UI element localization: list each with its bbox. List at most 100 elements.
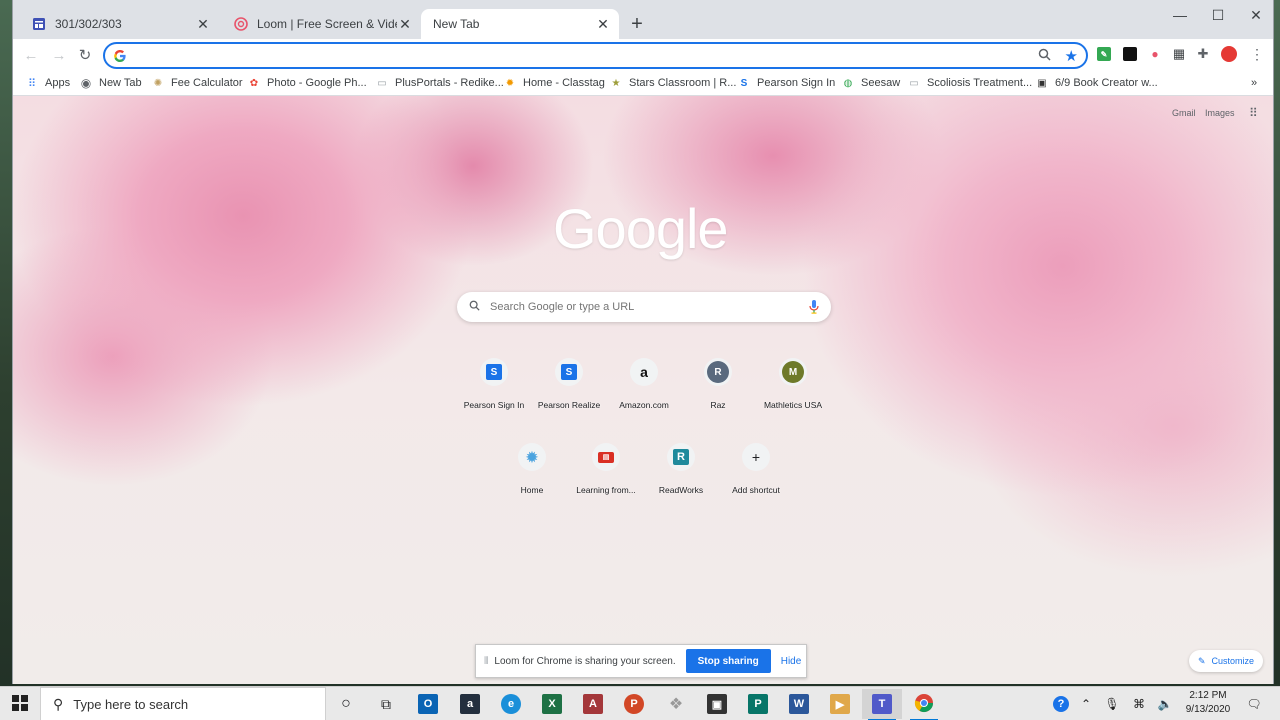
bookmarks-overflow-button[interactable]: » [1251, 74, 1257, 92]
back-button[interactable]: ← [19, 43, 43, 67]
bookmark-star-icon[interactable]: ★ [1065, 47, 1078, 65]
shortcut-mathletics[interactable]: M Mathletics USA [757, 350, 829, 422]
cortana-button[interactable]: ○ [326, 689, 366, 719]
network-icon[interactable]: ⌘ [1128, 687, 1150, 720]
reload-button[interactable]: ↻ [73, 43, 97, 67]
taskbar-outlook[interactable]: O [408, 689, 448, 719]
shortcut-label: Pearson Sign In [463, 400, 525, 410]
taskbar-powerpoint[interactable]: P [614, 689, 654, 719]
taskbar-dropbox[interactable]: ❖ [656, 689, 696, 719]
bookmark-label: Photo - Google Ph... [267, 77, 367, 89]
apps-launcher-icon[interactable]: ⠿ [1249, 106, 1258, 120]
extensions-puzzle-icon[interactable]: ✚ [1195, 46, 1211, 62]
tab-forms[interactable]: 301/302/303 ✕ [19, 9, 219, 39]
taskbar-amazon[interactable]: a [450, 689, 490, 719]
shortcut-raz[interactable]: R Raz [682, 350, 754, 422]
ntp-search-input[interactable] [490, 301, 809, 313]
maximize-button[interactable]: ☐ [1199, 0, 1237, 30]
microphone-icon[interactable] [809, 300, 821, 314]
task-view-button[interactable]: ⧉ [366, 689, 406, 719]
tray-chevron-up-icon[interactable]: ⌃ [1076, 687, 1096, 720]
google-photos-icon: ✿ [249, 77, 259, 89]
shortcut-learning-from[interactable]: ▤ Learning from... [570, 435, 642, 507]
bookmark-pearson-sign-in[interactable]: S Pearson Sign In [737, 74, 836, 92]
bookmark-label: Pearson Sign In [757, 77, 836, 89]
seesaw-icon: ◍ [843, 77, 853, 89]
bookmark-stars-classroom[interactable]: ★ Stars Classroom | R... [609, 74, 737, 92]
store-bag-icon: ▣ [707, 694, 727, 714]
shortcut-pearson-sign-in[interactable]: S Pearson Sign In [458, 350, 530, 422]
shortcut-add[interactable]: + Add shortcut [720, 435, 792, 507]
gmail-link[interactable]: Gmail [1172, 108, 1196, 118]
mathletics-letter-icon: M [779, 358, 807, 386]
apps-grid-icon: ⠿ [27, 77, 37, 90]
tab-title: 301/302/303 [55, 17, 122, 31]
address-input[interactable] [135, 48, 1038, 63]
address-bar[interactable]: ★ [103, 42, 1088, 69]
bookmark-fee-calculator[interactable]: ✺ Fee Calculator [151, 74, 243, 92]
menu-kebab-icon[interactable]: ⋮ [1249, 46, 1265, 62]
powerpoint-icon: P [624, 694, 644, 714]
google-g-icon [113, 49, 127, 63]
taskbar-store[interactable]: ▣ [697, 689, 737, 719]
shortcut-amazon[interactable]: a Amazon.com [608, 350, 680, 422]
shortcut-readworks[interactable]: R ReadWorks [645, 435, 717, 507]
close-window-button[interactable]: ✕ [1237, 0, 1273, 30]
bookmark-label: PlusPortals - Redike... [395, 77, 504, 89]
extension-black-icon[interactable] [1122, 46, 1138, 62]
new-tab-button[interactable]: + [625, 12, 649, 36]
taskbar-publisher[interactable]: P [738, 689, 778, 719]
bookmark-book-creator[interactable]: ▣ 6/9 Book Creator w... [1035, 74, 1157, 92]
microphone-icon[interactable]: 🎙 [1102, 687, 1122, 720]
taskbar-teams[interactable]: T [862, 689, 902, 720]
close-icon: ✕ [1250, 6, 1262, 23]
shortcut-pearson-realize[interactable]: S Pearson Realize [533, 350, 605, 422]
customize-button[interactable]: ✎ Customize [1189, 650, 1264, 672]
clock-date: 9/13/2020 [1185, 704, 1231, 715]
forward-button[interactable]: → [47, 43, 71, 67]
bookmark-apps[interactable]: ⠿ Apps [25, 74, 70, 92]
bookmark-classtag[interactable]: ✹ Home - Classtag [503, 74, 605, 92]
taskbar-video-app[interactable]: ▶ [820, 689, 860, 719]
images-link[interactable]: Images [1205, 108, 1235, 118]
access-icon: A [583, 694, 603, 714]
close-tab-icon[interactable]: ✕ [195, 16, 211, 32]
shortcut-label: Amazon.com [619, 400, 669, 410]
chrome-icon [914, 693, 934, 716]
taskbar-search-box[interactable]: ⚲ Type here to search [40, 687, 326, 720]
extension-green-icon[interactable]: ✎ [1096, 46, 1112, 62]
taskbar-access[interactable]: A [573, 689, 613, 719]
volume-icon[interactable]: 🔈 [1154, 687, 1176, 720]
taskbar-chrome[interactable] [904, 689, 944, 720]
tab-new-tab[interactable]: New Tab ✕ [421, 9, 619, 39]
start-button[interactable] [0, 687, 40, 720]
bookmark-new-tab[interactable]: ◉ New Tab [79, 74, 142, 92]
back-arrow-icon: ← [23, 46, 39, 64]
minimize-button[interactable]: — [1161, 0, 1199, 30]
close-tab-icon[interactable]: ✕ [595, 16, 611, 32]
zoom-search-icon[interactable] [1038, 48, 1051, 64]
taskbar-word[interactable]: W [779, 689, 819, 719]
extension-loom-icon[interactable]: ● [1147, 46, 1163, 62]
bookmark-plusportals[interactable]: ▭ PlusPortals - Redike... [375, 74, 504, 92]
browser-toolbar: ← → ↻ ★ ✎ ● ▦ ✚ ⋮ [13, 39, 1273, 71]
bookmark-google-photos[interactable]: ✿ Photo - Google Ph... [247, 74, 367, 92]
system-clock[interactable]: 2:12 PM 9/13/2020 [1180, 689, 1236, 717]
bookmark-scoliosis[interactable]: ▭ Scoliosis Treatment... [907, 74, 1032, 92]
shortcut-home[interactable]: ✹ Home [496, 435, 568, 507]
close-tab-icon[interactable]: ✕ [397, 16, 413, 32]
tab-loom[interactable]: Loom | Free Screen & Video Recording ✕ [221, 9, 421, 39]
video-app-icon: ▶ [830, 694, 850, 714]
ntp-search-box[interactable] [457, 292, 831, 322]
help-icon[interactable]: ? [1050, 687, 1072, 720]
extension-grid-icon[interactable]: ▦ [1171, 46, 1187, 62]
taskbar-edge[interactable]: e [491, 689, 531, 719]
cortana-circle-icon: ○ [341, 695, 351, 712]
drag-handle-icon[interactable]: ⦀ [484, 656, 488, 667]
taskbar-excel[interactable]: X [532, 689, 572, 719]
bookmark-seesaw[interactable]: ◍ Seesaw [841, 74, 901, 92]
profile-avatar-icon[interactable] [1221, 46, 1237, 62]
hide-button[interactable]: Hide [781, 656, 802, 667]
notifications-icon[interactable]: 🗨 [1242, 687, 1266, 720]
stop-sharing-button[interactable]: Stop sharing [685, 649, 771, 673]
